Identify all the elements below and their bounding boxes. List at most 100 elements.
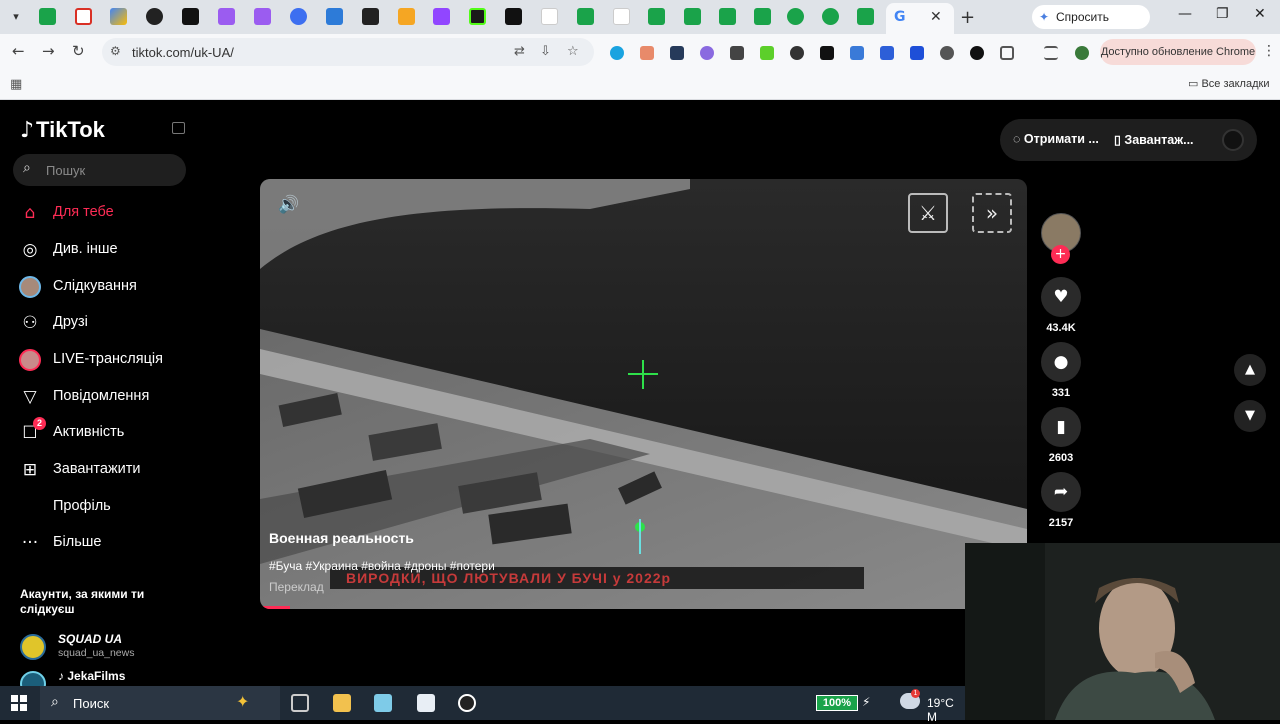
extension-icon[interactable]	[640, 46, 654, 60]
back-icon[interactable]: ←	[12, 42, 25, 60]
download-app-button[interactable]: ▯ Завантаж...	[1114, 132, 1194, 147]
extension-icon[interactable]	[730, 46, 744, 60]
tab-favicon-sheets-2[interactable]	[577, 8, 594, 25]
omnibox[interactable]: ⚙ tiktok.com/uk-UA/ ⇄ ⇩ ☆	[102, 38, 594, 66]
comment-button[interactable]: ●	[1041, 342, 1081, 382]
tab-search-icon[interactable]: ▾	[8, 9, 24, 25]
tab-favicon-round[interactable]	[787, 8, 804, 25]
tab-favicon-github[interactable]	[146, 8, 163, 25]
extension-icon[interactable]	[820, 46, 834, 60]
user-avatar[interactable]	[1222, 129, 1244, 151]
volume-icon[interactable]: 🔊	[278, 195, 299, 215]
taskbar-search[interactable]: ⌕ Поиск ✦	[40, 686, 280, 720]
extension-icon[interactable]	[670, 46, 684, 60]
sidebar-item-explore[interactable]: ◎ Див. інше	[0, 233, 200, 267]
sidebar-item-more[interactable]: ··· Більше	[0, 526, 200, 560]
extension-icon[interactable]	[610, 46, 624, 60]
next-video-button[interactable]: ▼	[1234, 400, 1266, 432]
tab-favicon-sheets-5[interactable]	[719, 8, 736, 25]
tab-favicon-app-2[interactable]	[254, 8, 271, 25]
new-tab-button[interactable]: +	[960, 7, 975, 28]
tab-favicon-gmail[interactable]	[75, 8, 92, 25]
shield-extension-icon[interactable]	[910, 46, 924, 60]
tab-favicon-d[interactable]	[398, 8, 415, 25]
translate-link[interactable]: Переклад	[269, 580, 324, 594]
tab-favicon-link-2[interactable]	[505, 8, 522, 25]
install-icon[interactable]: ⇩	[540, 44, 551, 59]
close-window-button[interactable]: ✕	[1254, 6, 1266, 22]
previous-video-button[interactable]: ▲	[1234, 354, 1266, 386]
extension-icon[interactable]	[880, 46, 894, 60]
sidebar-item-friends[interactable]: ⚇ Друзі	[0, 306, 200, 340]
followed-account[interactable]: SQUAD UA squad_ua_news	[20, 632, 200, 662]
video-player[interactable]: 🔊 ⚔ » Военная реальность ВИРОДКИ, ЩО ЛЮТ…	[260, 179, 1027, 609]
tab-favicon-app[interactable]	[218, 8, 235, 25]
active-tab[interactable]: G ✕	[886, 3, 954, 34]
restore-button[interactable]: ❐	[1216, 6, 1229, 22]
video-author[interactable]: Военная реальность	[269, 530, 414, 546]
close-tab-icon[interactable]: ✕	[930, 9, 942, 26]
tab-favicon-dark[interactable]	[362, 8, 379, 25]
chrome-menu-icon[interactable]: ⋮	[1262, 43, 1276, 59]
sidebar-item-profile[interactable]: Профіль	[0, 490, 200, 524]
translate-icon[interactable]: ⇄	[514, 44, 525, 59]
tab-favicon-gmail-3[interactable]	[613, 8, 630, 25]
sidebar-item-messages[interactable]: ▽ Повідомлення	[0, 380, 200, 414]
tab-favicon-sheets-4[interactable]	[684, 8, 701, 25]
extension-icon[interactable]	[700, 46, 714, 60]
follow-plus-icon[interactable]: +	[1051, 245, 1070, 264]
extension-icon[interactable]	[940, 46, 954, 60]
profile-avatar-icon[interactable]	[1075, 46, 1089, 60]
sidebar-item-activity[interactable]: ☐ 2 Активність	[0, 416, 200, 450]
chrome-update-button[interactable]: Доступно обновление Chrome	[1100, 39, 1256, 65]
sidebar-item-live[interactable]: LIVE-трансляція	[0, 343, 200, 377]
get-coins-button[interactable]: ◌ Отримати ...	[1013, 132, 1099, 146]
tiktok-logo[interactable]: ♪TikTok	[20, 117, 105, 143]
tab-favicon-sheets-3[interactable]	[648, 8, 665, 25]
forward-icon[interactable]: →	[42, 42, 55, 60]
reload-icon[interactable]: ↻	[72, 42, 85, 60]
extension-icon[interactable]	[760, 46, 774, 60]
tab-favicon-sheets-7[interactable]	[857, 8, 874, 25]
sidebar-item-following[interactable]: Слідкування	[0, 270, 200, 304]
gemini-button[interactable]: ✦ Спросить Gemini	[1032, 5, 1150, 48]
tab-favicon-sheets-6[interactable]	[754, 8, 771, 25]
document-app-icon[interactable]	[417, 694, 435, 712]
sidebar-item-for-you[interactable]: ⌂ Для тебе	[0, 196, 200, 230]
site-info-icon[interactable]: ⚙	[110, 44, 121, 58]
extension-icon[interactable]	[790, 46, 804, 60]
battery-indicator[interactable]: 100%	[816, 695, 858, 711]
tab-favicon-mail[interactable]	[290, 8, 307, 25]
url-text[interactable]: tiktok.com/uk-UA/	[132, 45, 234, 60]
tab-favicon-round-2[interactable]	[822, 8, 839, 25]
search-input[interactable]: ⌕ Пошук	[13, 154, 186, 186]
file-explorer-icon[interactable]	[333, 694, 351, 712]
app-icon[interactable]	[374, 694, 392, 712]
extension-icon[interactable]	[970, 46, 984, 60]
tab-favicon-twitch[interactable]	[433, 8, 450, 25]
tab-favicon-gmail-2[interactable]	[541, 8, 558, 25]
collapse-sidebar-icon[interactable]	[172, 122, 185, 134]
tab-favicon-kick[interactable]	[469, 8, 486, 25]
tab-favicon-bot[interactable]	[326, 8, 343, 25]
minimize-button[interactable]: —	[1178, 6, 1192, 22]
extensions-puzzle-icon[interactable]	[1000, 46, 1014, 60]
extension-icon[interactable]	[850, 46, 864, 60]
like-button[interactable]: ♥	[1041, 277, 1081, 317]
tab-favicon-link[interactable]	[182, 8, 199, 25]
windows-start-icon[interactable]	[11, 695, 27, 711]
all-bookmarks-button[interactable]: ▭ Все закладки	[1188, 77, 1269, 90]
apps-grid-icon[interactable]: ▦	[10, 77, 22, 92]
copilot-spark-icon[interactable]: ✦	[236, 692, 249, 712]
video-hashtags[interactable]: #Буча #Украина #война #дроны #потери	[269, 559, 495, 573]
bookmark-star-icon[interactable]: ☆	[567, 44, 579, 59]
sidebar-item-upload[interactable]: ⊞ Завантажити	[0, 453, 200, 487]
tab-favicon-drive[interactable]	[110, 8, 127, 25]
video-progress-bar[interactable]	[260, 606, 290, 609]
media-controls-icon[interactable]	[1044, 46, 1058, 60]
tab-favicon-sheets[interactable]	[39, 8, 56, 25]
save-button[interactable]: ▮	[1041, 407, 1081, 447]
share-button[interactable]: ➦	[1041, 472, 1081, 512]
chrome-icon[interactable]	[458, 694, 476, 712]
task-view-icon[interactable]	[291, 694, 309, 712]
